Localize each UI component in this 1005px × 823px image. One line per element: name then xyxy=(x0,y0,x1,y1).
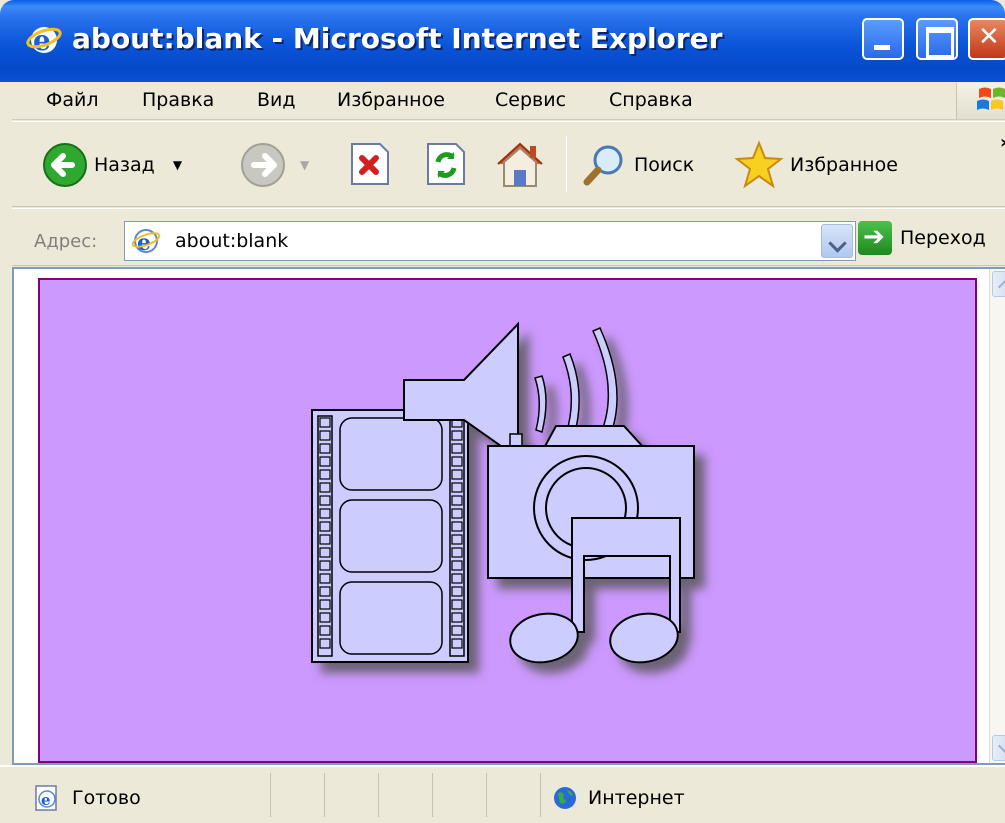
scroll-down-button[interactable] xyxy=(992,735,1005,761)
security-zone[interactable]: Интернет xyxy=(552,785,685,811)
forward-button[interactable]: ▼ xyxy=(240,142,309,188)
go-label: Переход xyxy=(900,227,986,249)
status-divider xyxy=(324,773,325,817)
menu-edit[interactable]: Правка xyxy=(142,89,214,111)
page-body xyxy=(38,278,977,763)
multimedia-clipart-icon xyxy=(311,321,695,664)
close-button[interactable] xyxy=(968,18,1005,60)
ie-logo-icon: e xyxy=(26,24,62,57)
address-value: about:blank xyxy=(175,230,289,252)
menu-file[interactable]: Файл xyxy=(46,89,99,111)
stop-button[interactable] xyxy=(348,140,392,188)
back-label: Назад xyxy=(94,154,155,176)
status-divider xyxy=(432,773,433,817)
menu-help[interactable]: Справка xyxy=(609,89,693,111)
search-label: Поиск xyxy=(634,154,695,176)
toolbar-more-button[interactable]: » xyxy=(1000,132,1005,153)
status-bar: e Готово Интернет xyxy=(0,765,1005,823)
status-divider xyxy=(378,773,379,817)
minimize-button[interactable] xyxy=(862,18,904,60)
stop-icon xyxy=(351,143,389,185)
back-button[interactable]: Назад ▼ xyxy=(42,142,182,188)
globe-icon xyxy=(554,787,576,809)
maximize-button[interactable] xyxy=(916,18,958,60)
status-text: Готово xyxy=(72,787,141,809)
svg-text:e: e xyxy=(41,791,51,809)
refresh-button[interactable] xyxy=(424,140,468,188)
search-icon xyxy=(583,145,623,186)
address-bar: Адрес: e about:blank Переход xyxy=(12,208,1005,266)
status-divider xyxy=(540,773,541,817)
status-divider xyxy=(270,773,271,817)
page-status-icon: e xyxy=(35,785,57,811)
status-divider xyxy=(486,773,487,817)
home-icon xyxy=(497,142,543,187)
title-bar[interactable]: e about:blank - Microsoft Internet Explo… xyxy=(0,0,1005,82)
menu-bar: Файл Правка Вид Избранное Сервис Справка xyxy=(12,82,1005,120)
zone-label: Интернет xyxy=(588,787,685,809)
back-arrow-icon xyxy=(43,143,87,187)
scroll-up-button[interactable] xyxy=(992,271,1005,297)
toolbar-separator xyxy=(566,136,567,192)
refresh-icon xyxy=(427,143,465,185)
ie-window: e about:blank - Microsoft Internet Explo… xyxy=(0,0,1005,823)
address-label: Адрес: xyxy=(34,231,98,252)
back-dropdown-icon[interactable]: ▼ xyxy=(173,158,182,172)
window-title: about:blank - Microsoft Internet Explore… xyxy=(72,22,723,55)
star-icon xyxy=(734,140,784,189)
address-dropdown-button[interactable] xyxy=(821,224,853,258)
home-button[interactable] xyxy=(492,136,548,192)
search-button[interactable]: Поиск xyxy=(582,142,694,188)
windows-flag-icon xyxy=(956,83,1005,119)
menu-view[interactable]: Вид xyxy=(257,89,296,111)
address-input[interactable]: e about:blank xyxy=(124,221,856,261)
favorites-label: Избранное xyxy=(790,154,898,176)
menu-favorites[interactable]: Избранное xyxy=(337,89,445,111)
vertical-scrollbar[interactable] xyxy=(989,269,1005,763)
menu-tools[interactable]: Сервис xyxy=(495,89,566,111)
favorites-button[interactable]: Избранное xyxy=(734,140,898,190)
content-viewport[interactable] xyxy=(12,267,1005,765)
page-icon: e xyxy=(131,229,161,256)
go-arrow-icon xyxy=(858,221,892,255)
forward-arrow-icon xyxy=(241,143,285,187)
forward-dropdown-icon[interactable]: ▼ xyxy=(300,158,309,172)
standard-toolbar: Назад ▼ ▼ Поиск Избранное xyxy=(12,121,1005,207)
go-button[interactable]: Переход xyxy=(858,221,986,255)
